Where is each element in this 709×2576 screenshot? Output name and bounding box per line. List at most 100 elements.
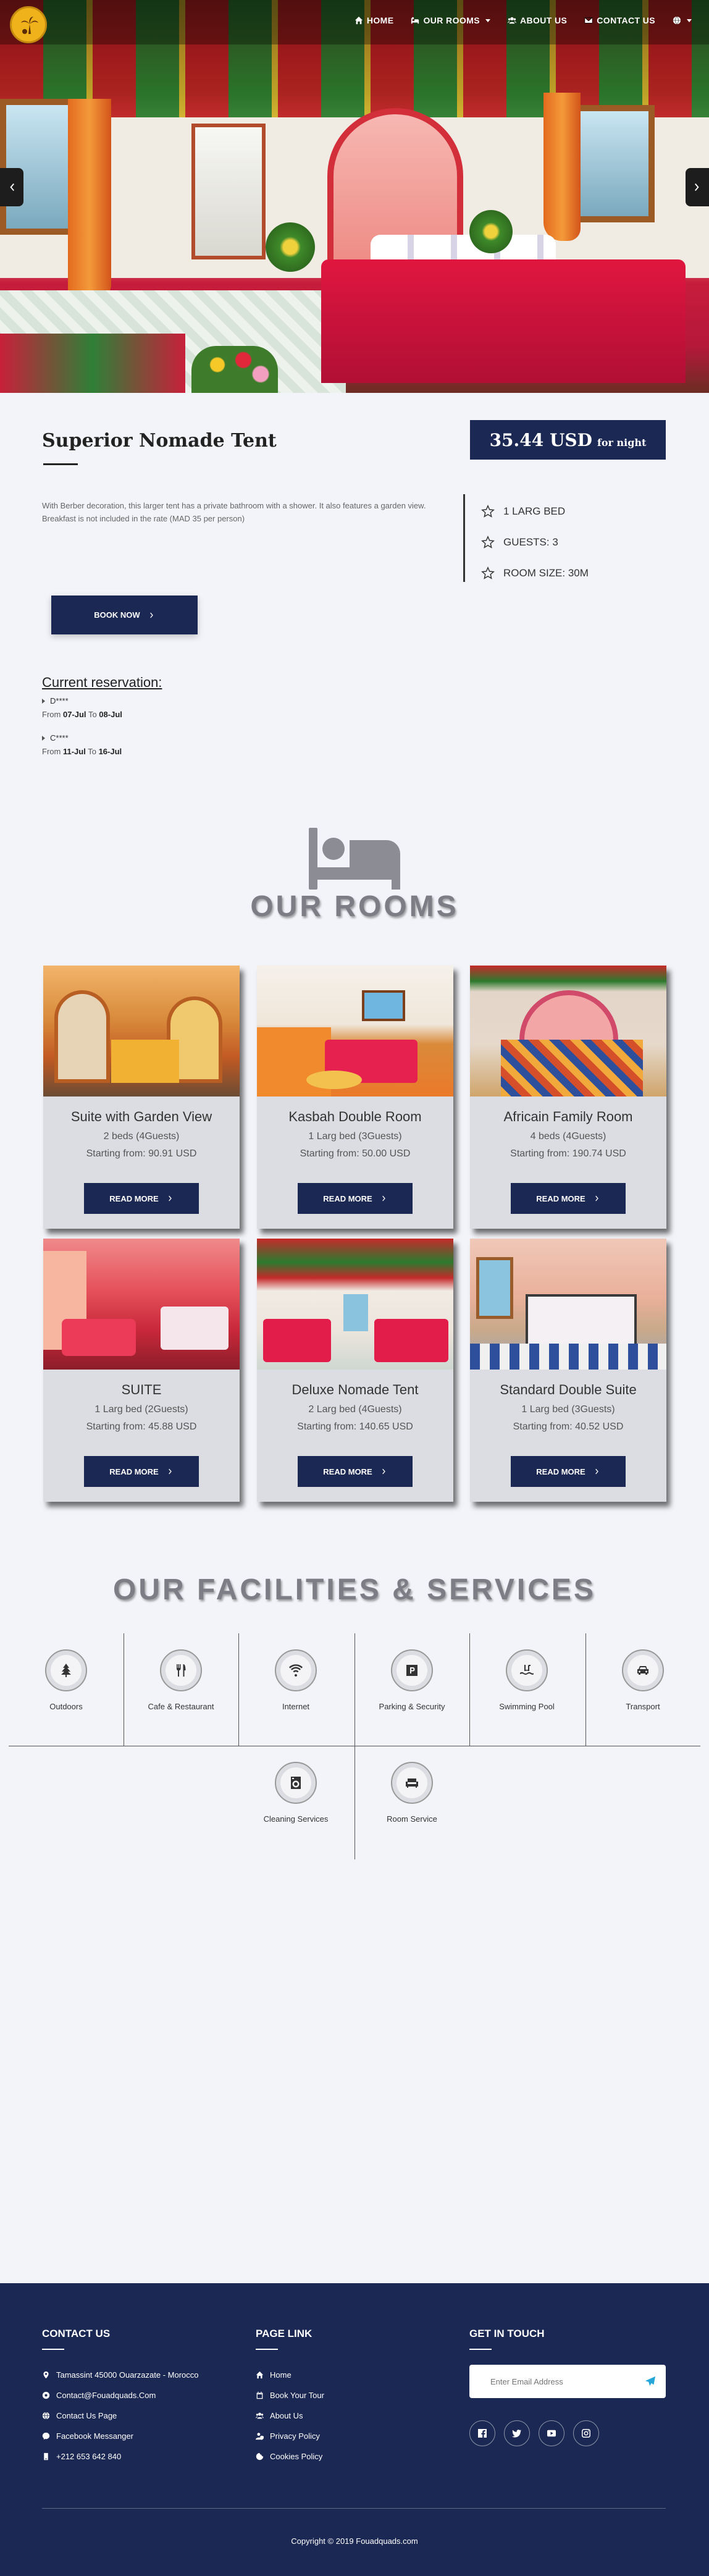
room-description: With Berber decoration, this larger tent…: [42, 501, 426, 523]
nav-contact-us-label: CONTACT US: [597, 15, 655, 25]
price-period: for night: [597, 436, 647, 448]
room-photo[interactable]: [470, 1239, 666, 1370]
paper-plane-icon[interactable]: [645, 2376, 656, 2387]
read-more-button[interactable]: READ MORE: [84, 1183, 199, 1214]
facility-circle: [160, 1649, 202, 1691]
language-switcher[interactable]: [673, 15, 692, 25]
social-links: [469, 2420, 666, 2446]
facility-cafe-restaurant: Cafe & Restaurant: [124, 1633, 238, 1745]
room-photo[interactable]: [43, 1239, 240, 1370]
cookie-icon: [256, 2452, 264, 2460]
to-date: 08-Jul: [99, 710, 122, 719]
footer-link-about[interactable]: About Us: [256, 2406, 324, 2426]
site-footer: CONTACT US Tamassint 45000 Ouarzazate - …: [0, 2283, 709, 2576]
home-icon: [256, 2371, 264, 2379]
room-beds: 4 beds (4Guests): [530, 1131, 606, 1142]
footer-link-privacy[interactable]: Privacy Policy: [256, 2426, 324, 2446]
read-more-button[interactable]: READ MORE: [298, 1183, 413, 1214]
read-more-label: READ MORE: [109, 1467, 159, 1476]
hero-rug: [0, 334, 185, 393]
room-beds: 1 Larg bed (3Guests): [308, 1131, 402, 1142]
facility-label: Cleaning Services: [263, 1814, 329, 1824]
facebook-link[interactable]: [469, 2420, 495, 2446]
facility-label: Internet: [282, 1702, 310, 1711]
book-now-label: BOOK NOW: [94, 610, 140, 620]
footer-link-home[interactable]: Home: [256, 2365, 324, 2385]
nav-home[interactable]: HOME: [354, 15, 394, 25]
wifi-icon: [289, 1664, 303, 1677]
room-name: Africain Family Room: [503, 1109, 633, 1124]
facility-label: Transport: [626, 1702, 660, 1711]
read-more-button[interactable]: READ MORE: [84, 1456, 199, 1487]
slider-next-button[interactable]: [686, 168, 709, 206]
footer-address-text: Tamassint 45000 Ouarzazate - Morocco: [56, 2370, 199, 2380]
nav-our-rooms[interactable]: OUR ROOMS: [411, 15, 490, 25]
footer-divider: [42, 2508, 666, 2509]
footer-contact-page[interactable]: Contact Us Page: [42, 2406, 199, 2426]
room-card: Kasbah Double Room 1 Larg bed (3Guests) …: [257, 966, 453, 1229]
facility-circle: [275, 1762, 317, 1804]
newsletter-email-input[interactable]: [490, 2376, 626, 2386]
facebook-icon: [478, 2429, 487, 2438]
room-beds: 1 Larg bed (3Guests): [521, 1404, 615, 1415]
read-more-button[interactable]: READ MORE: [511, 1456, 626, 1487]
facility-internet: Internet: [238, 1633, 353, 1745]
footer-rule: [42, 2349, 64, 2350]
read-more-label: READ MORE: [536, 1467, 585, 1476]
room-price: Starting from: 50.00 USD: [300, 1148, 411, 1159]
room-photo[interactable]: [257, 966, 453, 1096]
book-now-button[interactable]: BOOK NOW: [51, 596, 198, 634]
footer-link-cookies[interactable]: Cookies Policy: [256, 2446, 324, 2467]
parking-icon: [406, 1665, 417, 1676]
chevron-right-icon: [382, 1468, 385, 1475]
washing-machine-icon: [291, 1777, 301, 1789]
reservation-guest: C****: [50, 733, 69, 743]
facility-label: Cafe & Restaurant: [148, 1702, 214, 1711]
to-label: To: [88, 710, 97, 719]
twitter-icon: [512, 2430, 521, 2438]
feature-label: 1 LARG BED: [503, 505, 566, 517]
footer-get-in-touch: GET IN TOUCH: [469, 2328, 666, 2446]
slider-prev-button[interactable]: [0, 168, 23, 206]
facility-room-service: Room Service: [354, 1746, 469, 1857]
home-icon: [354, 16, 363, 25]
room-photo[interactable]: [257, 1239, 453, 1370]
youtube-link[interactable]: [539, 2420, 564, 2446]
footer-phone-text: +212 653 642 840: [56, 2452, 122, 2461]
footer-email[interactable]: Contact@Fouadquads.Com: [42, 2385, 199, 2406]
read-more-button[interactable]: READ MORE: [298, 1456, 413, 1487]
footer-link-label: Cookies Policy: [270, 2452, 323, 2461]
nav-about-us-label: ABOUT US: [519, 15, 568, 25]
to-date: 16-Jul: [98, 747, 122, 756]
hero-window-right: [574, 105, 655, 222]
footer-phone[interactable]: +212 653 642 840: [42, 2446, 199, 2467]
instagram-link[interactable]: [573, 2420, 599, 2446]
footer-contact: CONTACT US Tamassint 45000 Ouarzazate - …: [42, 2328, 199, 2467]
room-name: Kasbah Double Room: [288, 1109, 422, 1124]
to-label: To: [88, 747, 96, 756]
chevron-down-icon: [485, 19, 490, 22]
read-more-button[interactable]: READ MORE: [511, 1183, 626, 1214]
nav-contact-us[interactable]: CONTACT US: [584, 15, 655, 25]
room-photo[interactable]: [470, 966, 666, 1096]
footer-link-book-tour[interactable]: Book Your Tour: [256, 2385, 324, 2406]
site-logo[interactable]: [10, 6, 47, 43]
chevron-right-icon: [595, 1468, 598, 1475]
room-price: Starting from: 45.88 USD: [86, 1421, 197, 1432]
twitter-link[interactable]: [504, 2420, 530, 2446]
room-price: Starting from: 140.65 USD: [297, 1421, 413, 1432]
footer-rule: [256, 2349, 278, 2350]
footer-messenger[interactable]: Facebook Messanger: [42, 2426, 199, 2446]
hero-flowers: [191, 346, 278, 393]
nav-about-us[interactable]: ABOUT US: [507, 15, 568, 25]
hero-curtain-right: [543, 93, 581, 241]
reservation-item: D**** From 07-Jul To 08-Jul: [42, 694, 122, 722]
star-icon: [481, 505, 495, 518]
page: HOME OUR ROOMS ABOUT US CONTACT US Super…: [0, 0, 709, 2576]
couch-icon: [406, 1778, 418, 1788]
chevron-down-icon: [687, 19, 692, 22]
room-photo[interactable]: [43, 966, 240, 1096]
facility-circle: [45, 1649, 87, 1691]
room-name: Standard Double Suite: [500, 1382, 637, 1397]
facility-label: Parking & Security: [379, 1702, 445, 1711]
